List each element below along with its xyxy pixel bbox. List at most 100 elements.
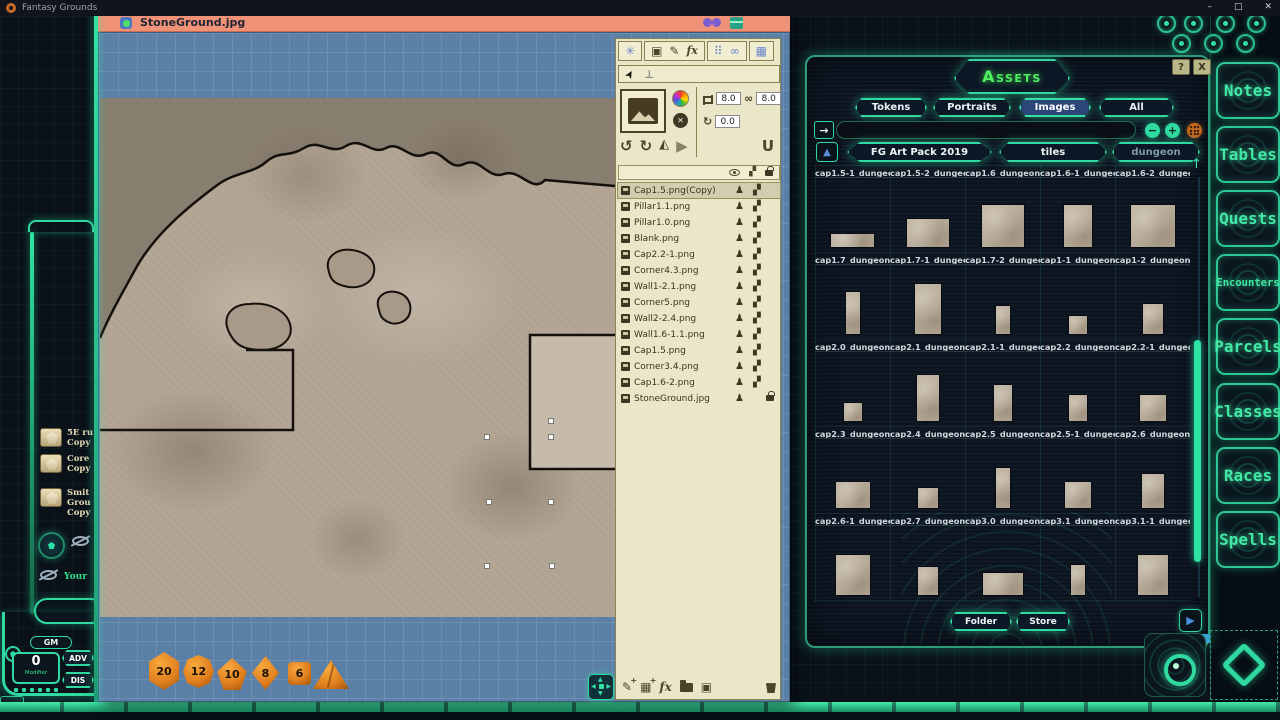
asset-tile-thumbnail[interactable] bbox=[917, 375, 939, 421]
layer-grid-icon[interactable]: ▞ bbox=[753, 378, 761, 388]
selection-handle[interactable] bbox=[484, 434, 490, 440]
toolbar-circle-icon[interactable] bbox=[1216, 14, 1235, 33]
asset-tile[interactable]: cap2.4_dungeon bbox=[890, 426, 965, 513]
asset-tile[interactable]: cap2.5-1_dungeo bbox=[1040, 426, 1115, 513]
toolbar-circle-icon[interactable] bbox=[1184, 14, 1203, 33]
layer-grid-icon[interactable]: ▞ bbox=[753, 234, 761, 244]
layer-grid-icon[interactable]: ▞ bbox=[753, 218, 761, 228]
toolbar-circle-icon[interactable] bbox=[1204, 34, 1223, 53]
asset-tile-thumbnail[interactable] bbox=[918, 567, 938, 595]
folder-button[interactable]: Folder bbox=[950, 612, 1012, 631]
duplicate-icon[interactable]: ▣ bbox=[701, 680, 712, 694]
apply-icon[interactable]: ▶ bbox=[676, 137, 688, 155]
layer-row[interactable]: Cap1.6-2.png♟▞ bbox=[618, 375, 780, 390]
asset-tile-thumbnail[interactable] bbox=[844, 403, 862, 421]
asset-tile-thumbnail[interactable] bbox=[831, 234, 874, 247]
layer-row[interactable]: Wall2-2.4.png♟▞ bbox=[618, 311, 780, 326]
layer-row[interactable]: Wall1-2.1.png♟▞ bbox=[618, 279, 780, 294]
zoom-in-button[interactable]: + bbox=[1165, 123, 1180, 138]
visibility-lock-icon[interactable] bbox=[765, 170, 773, 176]
width-input[interactable] bbox=[716, 92, 741, 105]
sidebar-item-encounters[interactable]: Encounters bbox=[1216, 254, 1280, 311]
asset-tile-thumbnail[interactable] bbox=[907, 219, 949, 247]
layer-lock-icon[interactable] bbox=[766, 395, 774, 401]
layer-token-icon[interactable]: ♟ bbox=[735, 250, 744, 260]
sidebar-item-classes[interactable]: Classes bbox=[1216, 383, 1280, 440]
minimize-button[interactable]: – bbox=[1207, 2, 1212, 12]
layers-tool-icon[interactable]: ▣ bbox=[651, 45, 662, 57]
asset-tile[interactable]: cap1.7_dungeon bbox=[815, 252, 890, 339]
asset-tile[interactable]: cap1.7-2_dungeo bbox=[965, 252, 1040, 339]
asset-tile[interactable]: cap1.5-1_dungeo bbox=[815, 165, 890, 252]
add-grid-icon[interactable]: ▦ bbox=[640, 680, 651, 694]
asset-tile[interactable]: cap1.5-2_dungeo bbox=[890, 165, 965, 252]
gm-identity-label[interactable]: GM bbox=[30, 636, 72, 649]
layer-token-icon[interactable]: ♟ bbox=[735, 330, 744, 340]
dice-tower-icon[interactable] bbox=[38, 532, 65, 559]
advance-button[interactable]: ▶ bbox=[1179, 609, 1202, 632]
asset-tile[interactable]: cap3.1-1_dungeo bbox=[1115, 513, 1190, 600]
asset-tile-thumbnail[interactable] bbox=[836, 482, 870, 508]
grid-view-button[interactable] bbox=[1187, 123, 1202, 138]
layer-grid-icon[interactable]: ▞ bbox=[753, 250, 761, 260]
select-tool-icon[interactable]: ➤ bbox=[622, 67, 638, 81]
layer-token-icon[interactable]: ♟ bbox=[735, 346, 744, 356]
trash-icon[interactable] bbox=[766, 681, 776, 693]
selection-handle[interactable] bbox=[548, 499, 554, 505]
layer-grid-icon[interactable]: ▞ bbox=[753, 314, 761, 324]
layer-token-icon[interactable]: ♟ bbox=[735, 298, 744, 308]
height-input[interactable] bbox=[756, 92, 781, 105]
breadcrumb-tiles[interactable]: tiles bbox=[999, 142, 1107, 162]
layer-grid-icon[interactable]: ▞ bbox=[753, 298, 761, 308]
asset-tile-thumbnail[interactable] bbox=[1143, 304, 1163, 334]
layer-grid-icon[interactable]: ▞ bbox=[753, 330, 761, 340]
layer-row[interactable]: Corner3.4.png♟▞ bbox=[618, 359, 780, 374]
asset-tile[interactable]: cap2.0_dungeon bbox=[815, 339, 890, 426]
asset-tile-thumbnail[interactable] bbox=[996, 306, 1010, 334]
asset-tile[interactable]: cap3.1_dungeon bbox=[1040, 513, 1115, 600]
asset-tile[interactable]: cap2.1-1_dungeo bbox=[965, 339, 1040, 426]
asset-tile[interactable]: cap2.5_dungeon bbox=[965, 426, 1040, 513]
asset-tile[interactable]: cap3.0_dungeon bbox=[965, 513, 1040, 600]
disadvantage-button[interactable]: DIS bbox=[62, 672, 94, 688]
tab-portraits[interactable]: Portraits bbox=[933, 98, 1011, 117]
asset-tile[interactable]: cap2.2_dungeon bbox=[1040, 339, 1115, 426]
modifier-box[interactable]: 0 Modifier bbox=[12, 652, 60, 684]
asset-tile-thumbnail[interactable] bbox=[1064, 205, 1092, 247]
layer-row[interactable]: Corner4.3.png♟▞ bbox=[618, 263, 780, 278]
selection-handle[interactable] bbox=[548, 418, 554, 424]
sidebar-item-races[interactable]: Races bbox=[1216, 447, 1280, 504]
effects-tool-icon[interactable]: fx bbox=[686, 45, 697, 57]
layer-grid-icon[interactable]: ▞ bbox=[753, 186, 761, 196]
asset-tile-thumbnail[interactable] bbox=[983, 573, 1023, 595]
scrollbar-thumb[interactable] bbox=[1194, 340, 1201, 562]
delete-layer-icon[interactable]: ✕ bbox=[673, 113, 688, 128]
asset-tile[interactable]: cap1-1_dungeon bbox=[1040, 252, 1115, 339]
asset-tile-thumbnail[interactable] bbox=[1140, 395, 1166, 421]
zoom-out-button[interactable]: − bbox=[1145, 123, 1160, 138]
grid-tool-icon[interactable]: ▦ bbox=[756, 45, 767, 57]
asset-tile[interactable]: cap1.7-1_dungeo bbox=[890, 252, 965, 339]
bottom-hotbar[interactable] bbox=[0, 700, 1280, 720]
asset-tile[interactable]: cap2.6_dungeon bbox=[1115, 426, 1190, 513]
add-drawing-icon[interactable]: ✎ bbox=[622, 680, 632, 694]
layer-image-thumbnail[interactable] bbox=[628, 98, 658, 124]
draw-tool-icon[interactable]: ✎ bbox=[669, 45, 679, 57]
help-button[interactable]: ? bbox=[1172, 59, 1190, 75]
asset-tile[interactable]: cap2.6-1_dungeo bbox=[815, 513, 890, 600]
folder-up-button[interactable]: ▲ bbox=[816, 142, 838, 162]
scroll-up-icon[interactable]: ↑ bbox=[1191, 157, 1202, 172]
layer-row[interactable]: Pillar1.1.png♟▞ bbox=[618, 199, 780, 214]
player-view-icon[interactable] bbox=[703, 18, 721, 28]
tab-images[interactable]: Images bbox=[1019, 98, 1091, 117]
color-picker-icon[interactable] bbox=[672, 90, 689, 107]
layer-row[interactable]: Cap2.2-1.png♟▞ bbox=[618, 247, 780, 262]
folder-icon[interactable] bbox=[680, 683, 693, 692]
share-icon[interactable] bbox=[730, 17, 743, 29]
close-button[interactable]: ✕ bbox=[1264, 2, 1272, 12]
asset-tile[interactable]: cap1.6_dungeon bbox=[965, 165, 1040, 252]
asset-tile[interactable]: cap2.2-1_dungeo bbox=[1115, 339, 1190, 426]
asset-tile-thumbnail[interactable] bbox=[994, 385, 1012, 421]
maximize-button[interactable]: □ bbox=[1234, 2, 1243, 12]
layer-row[interactable]: Cap1.5.png(Copy)♟▞ bbox=[618, 183, 780, 198]
